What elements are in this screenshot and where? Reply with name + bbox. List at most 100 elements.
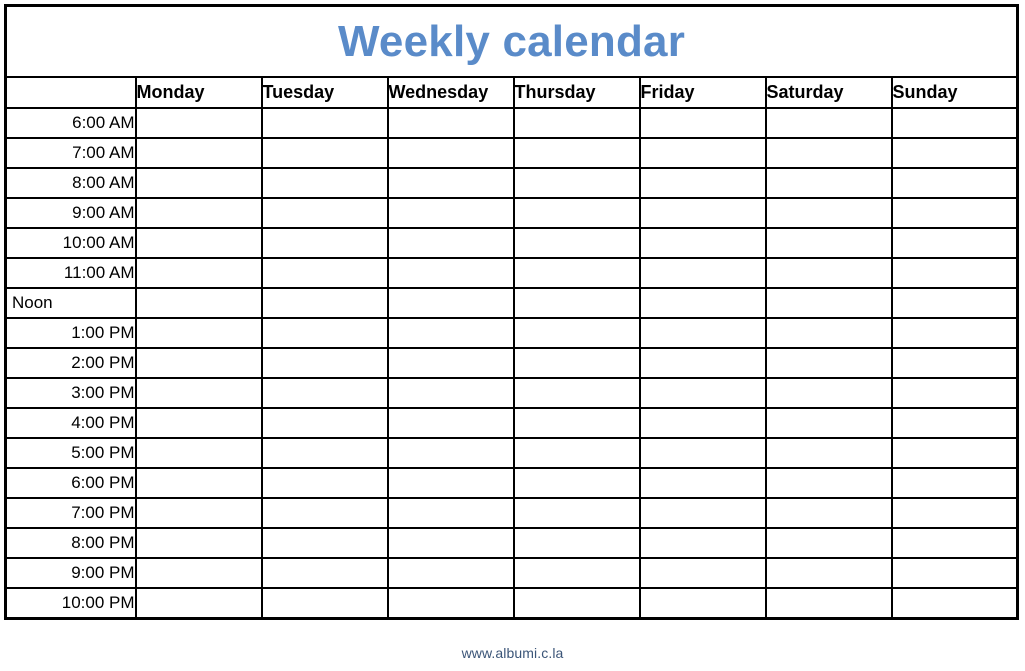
slot-cell[interactable] bbox=[386, 227, 515, 259]
slot-cell[interactable] bbox=[512, 587, 641, 620]
slot-cell[interactable] bbox=[260, 197, 389, 229]
slot-cell[interactable] bbox=[512, 527, 641, 559]
slot-cell[interactable] bbox=[260, 557, 389, 589]
slot-cell[interactable] bbox=[260, 257, 389, 289]
slot-cell[interactable] bbox=[260, 287, 389, 319]
slot-cell[interactable] bbox=[764, 317, 893, 349]
slot-cell[interactable] bbox=[764, 137, 893, 169]
slot-cell[interactable] bbox=[512, 197, 641, 229]
slot-cell[interactable] bbox=[890, 167, 1020, 199]
slot-cell[interactable] bbox=[764, 377, 893, 409]
slot-cell[interactable] bbox=[260, 377, 389, 409]
slot-cell[interactable] bbox=[386, 197, 515, 229]
slot-cell[interactable] bbox=[890, 437, 1020, 469]
slot-cell[interactable] bbox=[134, 197, 263, 229]
slot-cell[interactable] bbox=[764, 197, 893, 229]
slot-cell[interactable] bbox=[764, 407, 893, 439]
slot-cell[interactable] bbox=[386, 137, 515, 169]
slot-cell[interactable] bbox=[134, 137, 263, 169]
slot-cell[interactable] bbox=[134, 557, 263, 589]
slot-cell[interactable] bbox=[764, 287, 893, 319]
slot-cell[interactable] bbox=[512, 377, 641, 409]
slot-cell[interactable] bbox=[134, 107, 263, 139]
slot-cell[interactable] bbox=[134, 377, 263, 409]
slot-cell[interactable] bbox=[764, 257, 893, 289]
slot-cell[interactable] bbox=[260, 587, 389, 620]
slot-cell[interactable] bbox=[638, 107, 767, 139]
slot-cell[interactable] bbox=[134, 527, 263, 559]
slot-cell[interactable] bbox=[890, 497, 1020, 529]
slot-cell[interactable] bbox=[764, 437, 893, 469]
slot-cell[interactable] bbox=[260, 227, 389, 259]
slot-cell[interactable] bbox=[134, 257, 263, 289]
slot-cell[interactable] bbox=[764, 527, 893, 559]
slot-cell[interactable] bbox=[260, 497, 389, 529]
slot-cell[interactable] bbox=[134, 587, 263, 620]
slot-cell[interactable] bbox=[764, 587, 893, 620]
slot-cell[interactable] bbox=[386, 467, 515, 499]
slot-cell[interactable] bbox=[638, 317, 767, 349]
slot-cell[interactable] bbox=[638, 347, 767, 379]
slot-cell[interactable] bbox=[386, 377, 515, 409]
slot-cell[interactable] bbox=[134, 497, 263, 529]
slot-cell[interactable] bbox=[260, 317, 389, 349]
slot-cell[interactable] bbox=[512, 107, 641, 139]
slot-cell[interactable] bbox=[890, 317, 1020, 349]
slot-cell[interactable] bbox=[260, 407, 389, 439]
slot-cell[interactable] bbox=[638, 257, 767, 289]
slot-cell[interactable] bbox=[134, 317, 263, 349]
slot-cell[interactable] bbox=[512, 557, 641, 589]
slot-cell[interactable] bbox=[134, 437, 263, 469]
slot-cell[interactable] bbox=[764, 497, 893, 529]
slot-cell[interactable] bbox=[638, 557, 767, 589]
slot-cell[interactable] bbox=[260, 467, 389, 499]
slot-cell[interactable] bbox=[890, 377, 1020, 409]
slot-cell[interactable] bbox=[512, 137, 641, 169]
slot-cell[interactable] bbox=[890, 467, 1020, 499]
slot-cell[interactable] bbox=[638, 287, 767, 319]
slot-cell[interactable] bbox=[890, 287, 1020, 319]
slot-cell[interactable] bbox=[890, 107, 1020, 139]
slot-cell[interactable] bbox=[890, 197, 1020, 229]
slot-cell[interactable] bbox=[260, 107, 389, 139]
slot-cell[interactable] bbox=[386, 407, 515, 439]
slot-cell[interactable] bbox=[890, 587, 1020, 620]
slot-cell[interactable] bbox=[386, 287, 515, 319]
slot-cell[interactable] bbox=[638, 467, 767, 499]
slot-cell[interactable] bbox=[260, 347, 389, 379]
slot-cell[interactable] bbox=[134, 347, 263, 379]
slot-cell[interactable] bbox=[512, 437, 641, 469]
slot-cell[interactable] bbox=[764, 227, 893, 259]
slot-cell[interactable] bbox=[890, 347, 1020, 379]
slot-cell[interactable] bbox=[512, 467, 641, 499]
slot-cell[interactable] bbox=[638, 137, 767, 169]
slot-cell[interactable] bbox=[638, 407, 767, 439]
slot-cell[interactable] bbox=[512, 407, 641, 439]
slot-cell[interactable] bbox=[764, 347, 893, 379]
slot-cell[interactable] bbox=[134, 167, 263, 199]
slot-cell[interactable] bbox=[638, 527, 767, 559]
slot-cell[interactable] bbox=[134, 467, 263, 499]
slot-cell[interactable] bbox=[512, 257, 641, 289]
slot-cell[interactable] bbox=[134, 407, 263, 439]
slot-cell[interactable] bbox=[512, 167, 641, 199]
slot-cell[interactable] bbox=[386, 557, 515, 589]
slot-cell[interactable] bbox=[638, 227, 767, 259]
slot-cell[interactable] bbox=[386, 527, 515, 559]
slot-cell[interactable] bbox=[512, 287, 641, 319]
slot-cell[interactable] bbox=[386, 167, 515, 199]
slot-cell[interactable] bbox=[512, 347, 641, 379]
slot-cell[interactable] bbox=[134, 227, 263, 259]
slot-cell[interactable] bbox=[386, 257, 515, 289]
slot-cell[interactable] bbox=[260, 137, 389, 169]
slot-cell[interactable] bbox=[386, 437, 515, 469]
slot-cell[interactable] bbox=[638, 377, 767, 409]
slot-cell[interactable] bbox=[638, 197, 767, 229]
slot-cell[interactable] bbox=[260, 527, 389, 559]
slot-cell[interactable] bbox=[890, 257, 1020, 289]
slot-cell[interactable] bbox=[638, 587, 767, 620]
slot-cell[interactable] bbox=[512, 497, 641, 529]
slot-cell[interactable] bbox=[638, 497, 767, 529]
slot-cell[interactable] bbox=[512, 227, 641, 259]
slot-cell[interactable] bbox=[260, 167, 389, 199]
